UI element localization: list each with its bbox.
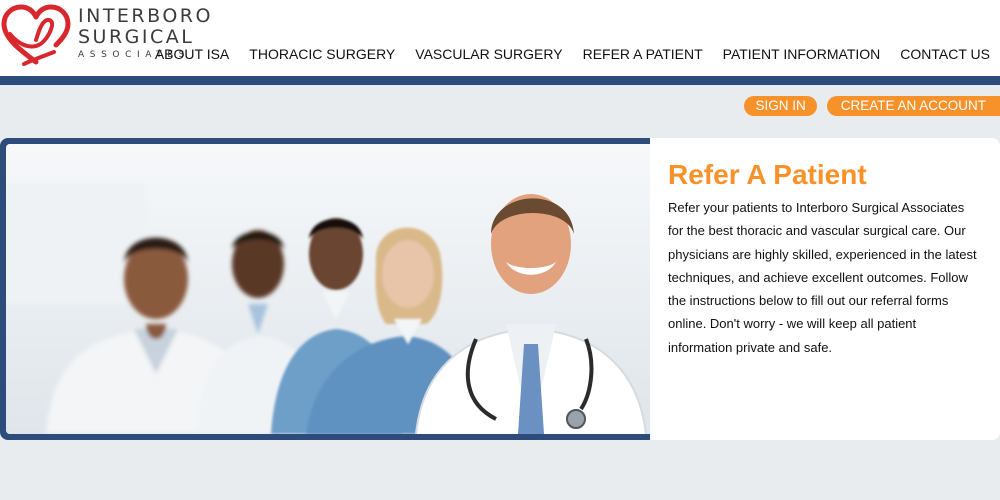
hero-description: Refer your patients to Interboro Surgica… [668, 200, 977, 355]
hero-doctors-photo [6, 144, 650, 434]
account-actions: SIGN IN CREATE AN ACCOUNT [744, 96, 1000, 116]
hero-panel: Refer A Patient Refer your patients to I… [0, 138, 1000, 440]
nav-thoracic-surgery[interactable]: THORACIC SURGERY [239, 46, 405, 62]
nav-about-isa[interactable]: ABOUT ISA [145, 46, 239, 62]
sign-in-button[interactable]: SIGN IN [744, 96, 817, 116]
create-account-button[interactable]: CREATE AN ACCOUNT [826, 96, 1000, 116]
nav-contact-us[interactable]: CONTACT US [890, 46, 990, 62]
doctors-group-illustration [6, 144, 650, 434]
logo-line-interboro: INTERBORO [78, 5, 213, 27]
hero-image-frame [0, 138, 652, 440]
header-divider-bar [0, 76, 1000, 85]
nav-patient-information[interactable]: PATIENT INFORMATION [713, 46, 891, 62]
logo-line-surgical: SURGICAL [78, 26, 195, 48]
nav-vascular-surgery[interactable]: VASCULAR SURGERY [405, 46, 572, 62]
site-header: INTERBORO SURGICAL ASSOCIATES ABOUT ISA … [0, 0, 1000, 76]
main-nav: ABOUT ISA THORACIC SURGERY VASCULAR SURG… [145, 46, 990, 62]
nav-refer-a-patient[interactable]: REFER A PATIENT [573, 46, 713, 62]
heart-logo-icon [1, 4, 71, 66]
hero-text-panel: Refer A Patient Refer your patients to I… [650, 138, 1000, 440]
hero-title: Refer A Patient [668, 159, 867, 190]
